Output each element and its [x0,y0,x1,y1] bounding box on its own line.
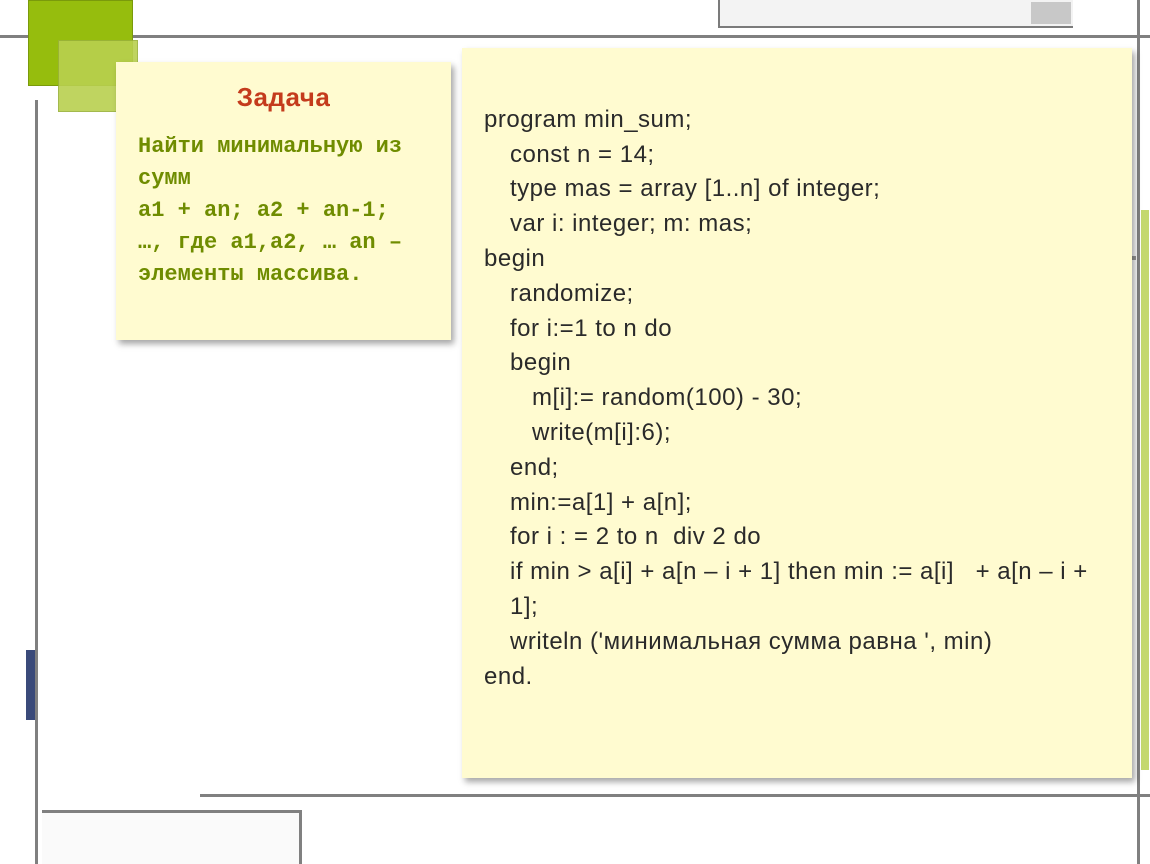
right-strip-lime [1141,210,1149,770]
code-line-08: begin [484,346,1110,381]
left-dark-strip [26,650,35,720]
top-border-line [0,35,1150,38]
task-box: Задача Найти минимальную из сумм a1 + an… [116,62,451,340]
left-border-line [35,100,38,864]
code-line-14: if min > a[i] + a[n – i + 1] then min :=… [484,555,1110,625]
code-line-04: var i: integer; m: mas; [484,207,1110,242]
code-line-01: program min_sum; [484,106,692,133]
code-line-06: randomize; [484,277,1110,312]
code-line-13: for i : = 2 to n div 2 do [484,520,1110,555]
code-line-16: end. [484,663,533,690]
code-line-09: m[i]:= random(100) - 30; [484,381,1110,416]
code-line-05: begin [484,245,545,272]
task-description: Найти минимальную из сумм a1 + an; a2 + … [138,131,429,290]
code-listing: program min_sum; const n = 14;type mas =… [484,68,1110,694]
code-line-15: writeln ('минимальная сумма равна ', min… [484,625,1110,660]
code-box: program min_sum; const n = 14;type mas =… [462,48,1132,778]
bottom-gray-box [42,810,302,864]
code-line-03: type mas = array [1..n] of integer; [484,172,1110,207]
code-line-02: const n = 14; [484,138,1110,173]
task-line-2: a1 + an; a2 + an-1; [138,198,389,223]
code-line-12: min:=a[1] + a[n]; [484,486,1110,521]
top-right-gray-block [718,0,1073,28]
top-right-gray-inner [1031,2,1071,24]
task-title: Задача [138,82,429,113]
slide-canvas: Задача Найти минимальную из сумм a1 + an… [0,0,1150,864]
task-line-3: …, где a1,a2, … an – элементы массива. [138,230,402,287]
bottom-line [200,794,1150,797]
code-line-11: end; [484,451,1110,486]
task-line-1: Найти минимальную из сумм [138,134,402,191]
code-line-10: write(m[i]:6); [484,416,1110,451]
code-line-07: for i:=1 to n do [484,312,1110,347]
